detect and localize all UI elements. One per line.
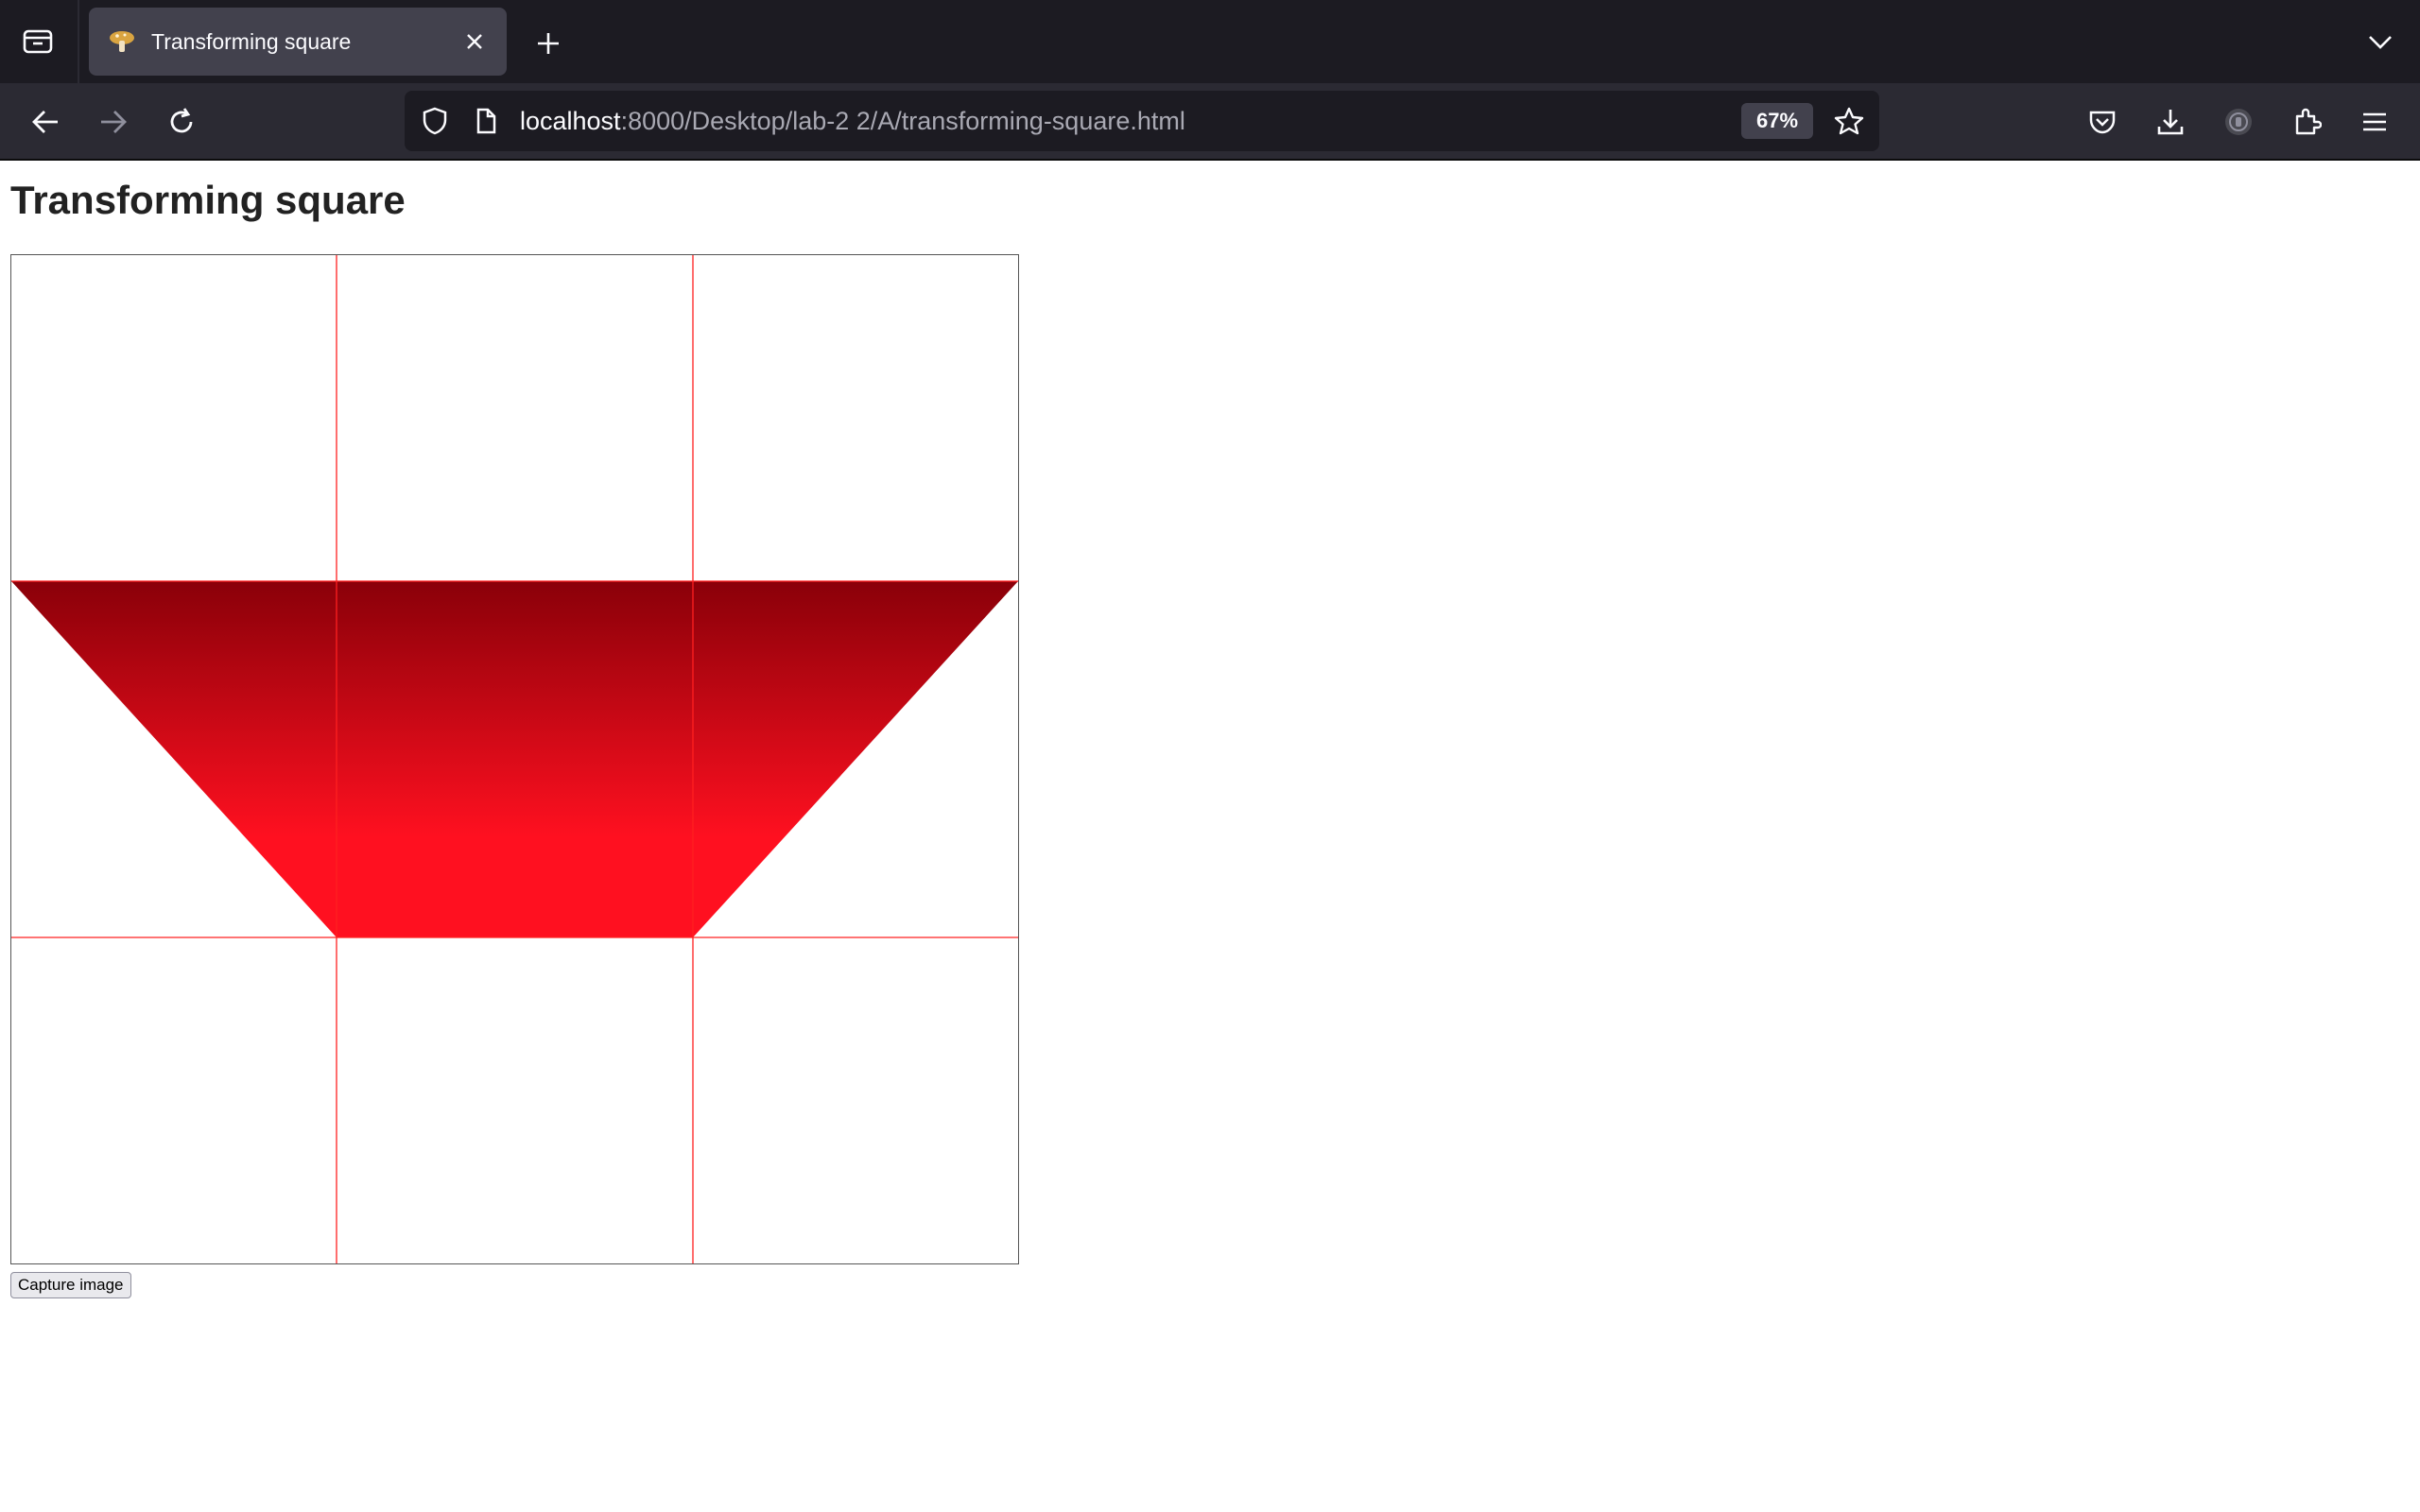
tab-active[interactable]: Transforming square — [89, 8, 507, 76]
url-bar[interactable]: localhost:8000/Desktop/lab-2 2/A/transfo… — [405, 91, 1879, 151]
shield-icon[interactable] — [414, 100, 456, 142]
download-icon[interactable] — [2148, 99, 2193, 145]
canvas-svg — [10, 254, 1019, 1264]
url-host: localhost — [520, 107, 621, 135]
hamburger-icon[interactable] — [2352, 99, 2397, 145]
page-title: Transforming square — [10, 178, 406, 222]
capture-image-button[interactable]: Capture image — [10, 1272, 131, 1298]
drawing-canvas[interactable] — [10, 254, 1019, 1264]
zoom-indicator[interactable]: 67% — [1741, 103, 1813, 139]
tab-title: Transforming square — [151, 28, 352, 54]
url-path: :8000/Desktop/lab-2 2/A/transforming-squ… — [620, 107, 1185, 135]
navigation-toolbar: localhost:8000/Desktop/lab-2 2/A/transfo… — [0, 83, 2420, 161]
url-text[interactable]: localhost:8000/Desktop/lab-2 2/A/transfo… — [520, 91, 1185, 151]
pocket-icon[interactable] — [2080, 99, 2125, 145]
chevron-down-icon[interactable] — [2360, 21, 2401, 62]
reload-icon[interactable] — [159, 99, 204, 145]
tab-bar: Transforming square — [0, 0, 2420, 83]
tabbar-separator — [78, 0, 79, 83]
close-icon[interactable] — [456, 23, 493, 60]
back-arrow-icon[interactable] — [23, 99, 68, 145]
page-icon[interactable] — [465, 100, 507, 142]
plus-icon[interactable] — [527, 23, 569, 64]
account-icon[interactable] — [2216, 99, 2261, 145]
tab-view-icon[interactable] — [17, 24, 59, 60]
forward-arrow-icon[interactable] — [91, 99, 136, 145]
toolbar-divider — [0, 159, 2420, 161]
star-icon[interactable] — [1828, 100, 1870, 142]
mushroom-icon — [106, 26, 138, 58]
puzzle-icon[interactable] — [2284, 99, 2329, 145]
